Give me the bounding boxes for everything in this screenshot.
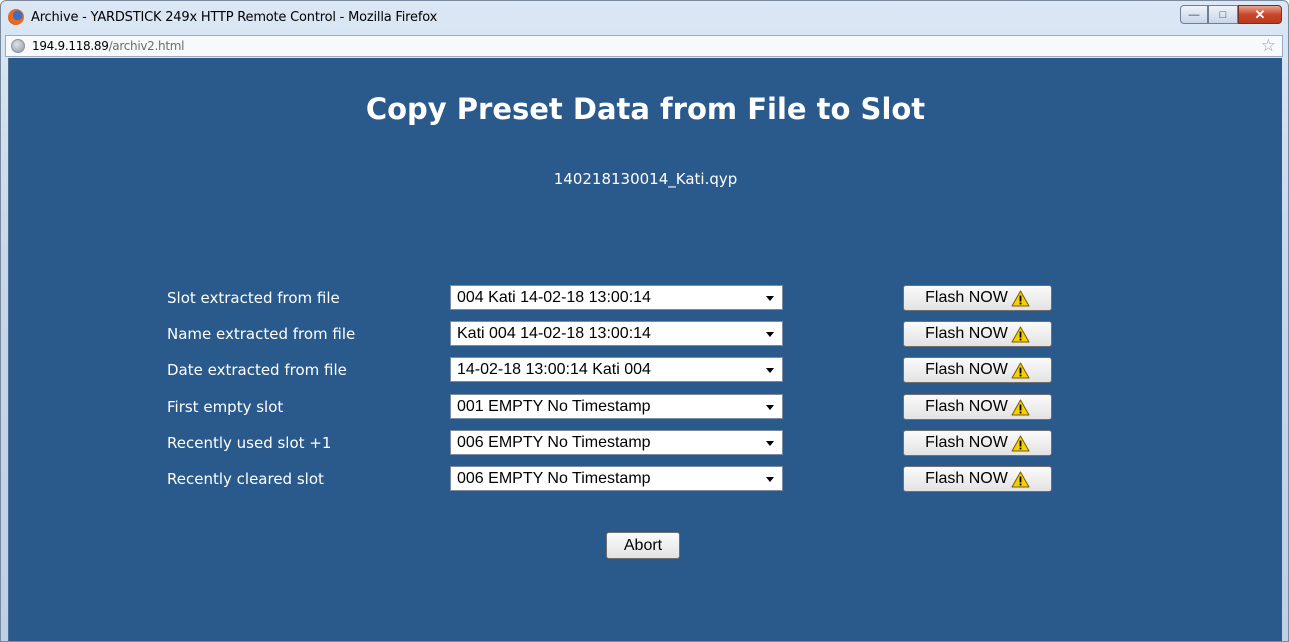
flash-now-label: Flash NOW (925, 325, 1008, 342)
warning-icon (1011, 326, 1030, 342)
url-path: /archiv2.html (108, 39, 185, 53)
slot-select[interactable]: 006 EMPTY No Timestamp (450, 466, 783, 491)
warning-icon (1011, 362, 1030, 378)
dropdown-arrow-icon (766, 296, 774, 301)
flash-now-label: Flash NOW (925, 289, 1008, 306)
firefox-logo-icon (8, 9, 24, 25)
slot-select-value: 006 EMPTY No Timestamp (457, 470, 651, 487)
url-host: 194.9.118.89 (32, 39, 109, 53)
slot-option-row: Recently used slot +1 006 EMPTY No Timest… (9, 430, 1282, 456)
url-text[interactable]: 194.9.118.89/archiv2.html (32, 39, 184, 53)
slot-select-value: 006 EMPTY No Timestamp (457, 434, 651, 451)
flash-now-button[interactable]: Flash NOW (903, 321, 1052, 347)
flash-now-label: Flash NOW (925, 470, 1008, 487)
window-title: Archive - YARDSTICK 249x HTTP Remote Con… (31, 10, 438, 25)
flash-now-button[interactable]: Flash NOW (903, 357, 1052, 383)
slot-select[interactable]: 001 EMPTY No Timestamp (450, 394, 783, 419)
flash-now-button[interactable]: Flash NOW (903, 394, 1052, 420)
dropdown-arrow-icon (766, 368, 774, 373)
flash-now-label: Flash NOW (925, 398, 1008, 415)
warning-icon (1011, 435, 1030, 451)
maximize-icon: □ (1219, 8, 1227, 21)
slot-option-row: Slot extracted from file 004 Kati 14-02-1… (9, 285, 1282, 311)
page-title: Copy Preset Data from File to Slot (365, 92, 926, 126)
slot-select[interactable]: 14-02-18 13:00:14 Kati 004 (450, 357, 783, 382)
minimize-icon: — (1188, 8, 1200, 21)
slot-select-value: 001 EMPTY No Timestamp (457, 398, 651, 415)
slot-select[interactable]: 004 Kati 14-02-18 13:00:14 (450, 285, 783, 310)
close-button[interactable]: ✕ (1238, 5, 1282, 24)
flash-now-button[interactable]: Flash NOW (903, 430, 1052, 456)
dropdown-arrow-icon (766, 477, 774, 482)
warning-icon (1011, 399, 1030, 415)
page-content: Copy Preset Data from File to Slot 14021… (8, 58, 1282, 641)
abort-button[interactable]: Abort (606, 532, 680, 559)
flash-now-label: Flash NOW (925, 361, 1008, 378)
address-bar[interactable]: 194.9.118.89/archiv2.html ☆ (5, 35, 1283, 57)
browser-window: Archive - YARDSTICK 249x HTTP Remote Con… (0, 0, 1289, 642)
flash-now-button[interactable]: Flash NOW (903, 285, 1052, 311)
window-controls: — □ ✕ (1180, 5, 1282, 25)
maximize-button[interactable]: □ (1208, 5, 1238, 24)
slot-option-label: Name extracted from file (167, 325, 356, 343)
close-icon: ✕ (1254, 6, 1266, 22)
slot-option-label: Recently used slot +1 (167, 434, 332, 452)
bookmark-star-icon[interactable]: ☆ (1261, 36, 1276, 56)
slot-option-label: Recently cleared slot (167, 470, 324, 488)
flash-now-button[interactable]: Flash NOW (903, 466, 1052, 492)
flash-now-label: Flash NOW (925, 434, 1008, 451)
slot-select[interactable]: Kati 004 14-02-18 13:00:14 (450, 321, 783, 346)
minimize-button[interactable]: — (1180, 5, 1208, 24)
dropdown-arrow-icon (766, 332, 774, 337)
slot-option-row: Recently cleared slot 006 EMPTY No Timest… (9, 466, 1282, 492)
slot-option-label: First empty slot (167, 398, 284, 416)
file-name: 140218130014_Kati.qyp (553, 170, 738, 188)
slot-option-row: Date extracted from file 14-02-18 13:00:1… (9, 357, 1282, 383)
dropdown-arrow-icon (766, 405, 774, 410)
warning-icon (1011, 471, 1030, 487)
globe-icon (11, 39, 25, 53)
warning-icon (1011, 290, 1030, 306)
title-bar: Archive - YARDSTICK 249x HTTP Remote Con… (1, 1, 1288, 35)
slot-select-value: Kati 004 14-02-18 13:00:14 (457, 325, 651, 342)
slot-option-row: Name extracted from file Kati 004 14-02-1… (9, 321, 1282, 347)
slot-option-row: First empty slot 001 EMPTY No Timestamp Fl… (9, 394, 1282, 420)
slot-option-label: Slot extracted from file (167, 289, 340, 307)
slot-select-value: 004 Kati 14-02-18 13:00:14 (457, 289, 651, 306)
dropdown-arrow-icon (766, 441, 774, 446)
slot-select-value: 14-02-18 13:00:14 Kati 004 (457, 361, 651, 378)
slot-option-label: Date extracted from file (167, 361, 347, 379)
slot-select[interactable]: 006 EMPTY No Timestamp (450, 430, 783, 455)
